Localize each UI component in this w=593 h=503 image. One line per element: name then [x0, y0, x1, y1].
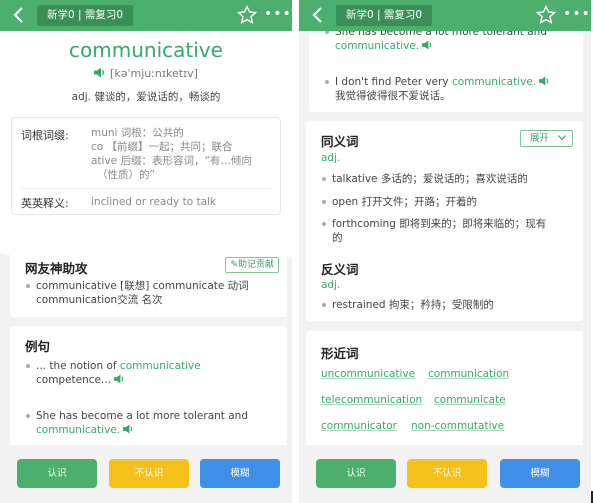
back-arrow-icon[interactable]	[9, 5, 29, 25]
similar-word-link[interactable]: communicate	[434, 394, 506, 406]
root-line: muni 词根：公共的	[91, 127, 184, 139]
example-text: ... the notion of	[36, 360, 120, 372]
synonym-meaning: 的	[332, 232, 343, 244]
screen-divider	[292, 0, 299, 503]
synonym-item: open 打开文件；开路；开着的	[321, 195, 573, 209]
example-item: She has become a lot more tolerant and c…	[25, 409, 277, 437]
synonyms-title: 同义词	[321, 134, 359, 149]
expand-button[interactable]: 展开	[520, 130, 573, 147]
synonym-meaning: 多话的；爱说话的；喜欢说话的	[380, 173, 528, 185]
similar-word-link[interactable]: communicator	[321, 420, 397, 432]
example-item: I don't find Peter very communicative. 我…	[324, 75, 573, 103]
example-text: competence...	[36, 374, 112, 386]
phonetic: [kəˈmjuːnɪketɪv]	[110, 67, 198, 80]
root-line: （性质）的”	[97, 169, 155, 181]
synonym-meaning: 打开文件；开路；开着的	[361, 196, 478, 208]
mnemonic-line: communicative [联想] communicate 动词	[36, 280, 249, 292]
example-keyword: communicative	[119, 360, 201, 372]
unknown-button[interactable]: 不认识	[109, 459, 189, 488]
antonym-word[interactable]: restrained	[332, 299, 386, 311]
examples-title: 例句	[25, 339, 51, 354]
top-bar: 新学0 | 需复习0 •••	[299, 0, 591, 31]
synonym-item: talkative 多话的；爱说话的；喜欢说话的	[321, 172, 573, 186]
synonym-word[interactable]: open	[332, 196, 358, 208]
similar-title: 形近词	[321, 346, 359, 361]
similar-words-card: 形近词 uncommunicative communication teleco…	[306, 331, 583, 446]
contribute-note-button[interactable]: ✎助记贡献	[225, 257, 279, 273]
example-text: I don't find Peter very	[335, 76, 452, 88]
contribute-note-label: 助记贡献	[237, 260, 274, 270]
bottom-bar: 认识 不认识 模糊	[0, 445, 292, 503]
speaker-icon[interactable]	[114, 374, 125, 384]
know-button[interactable]: 认识	[17, 459, 97, 488]
example-text: She has become a lot more tolerant and	[36, 410, 248, 422]
phonetic-row: [kəˈmjuːnɪketɪv]	[0, 67, 292, 80]
synonym-word[interactable]: forthcoming	[332, 218, 396, 230]
antonym-item: restrained 拘束；矜持；受限制的	[321, 298, 573, 312]
example-keyword: communicative.	[335, 40, 420, 52]
synonym-meaning: 即将到来的；即将来临的；现有	[399, 218, 547, 230]
word-header: communicative [kəˈmjuːnɪketɪv] adj. 健谈的，…	[0, 31, 292, 263]
speaker-icon[interactable]	[94, 67, 106, 78]
root-line: ative 后缀：表形容词，“有…倾向	[91, 155, 252, 167]
similar-word-link[interactable]: telecommunication	[321, 394, 422, 406]
definition: adj. 健谈的，爱说话的，畅谈的	[71, 91, 221, 103]
speaker-icon[interactable]	[422, 40, 433, 50]
know-button[interactable]: 认识	[316, 459, 396, 488]
progress-badge: 新学0 | 需复习0	[336, 5, 433, 26]
similar-word-link[interactable]: uncommunicative	[321, 368, 415, 380]
root-line: co 【前缀】一起；共同；联合	[91, 141, 233, 153]
bottom-bar: 认识 不认识 模糊	[299, 445, 591, 503]
divider	[21, 188, 271, 189]
synonyms-card: 同义词 展开 adj. talkative 多话的；爱说话的；喜欢说话的 ope…	[306, 121, 583, 321]
root-label: 词根词缀:	[21, 129, 69, 142]
back-arrow-icon[interactable]	[308, 5, 328, 25]
speaker-icon[interactable]	[123, 424, 134, 434]
mnemonic-line: communication交流 名次	[36, 294, 163, 306]
synonyms-pos: adj.	[321, 152, 341, 164]
example-keyword: communicative.	[36, 424, 121, 436]
top-bar: 新学0 | 需复习0 •••	[0, 0, 292, 31]
example-translation: 我觉得彼得很不爱说话。	[335, 90, 451, 102]
synonym-item: forthcoming 即将到来的；即将来临的；现有的	[321, 217, 573, 245]
example-item: ... the notion of communicative competen…	[25, 359, 277, 387]
mnemonic-title: 网友神助攻	[25, 261, 88, 276]
vague-button[interactable]: 模糊	[200, 459, 280, 488]
unknown-button[interactable]: 不认识	[407, 459, 487, 488]
chevron-down-icon	[558, 135, 566, 141]
similar-word-link[interactable]: non-commutative	[411, 420, 504, 432]
mnemonic-card: 网友神助攻 ✎助记贡献 communicative [联想] communica…	[10, 248, 287, 317]
vague-button[interactable]: 模糊	[500, 459, 580, 488]
root-info-card: 词根词缀: muni 词根：公共的 co 【前缀】一起；共同；联合 ative …	[11, 117, 281, 215]
progress-badge: 新学0 | 需复习0	[37, 5, 134, 26]
more-icon[interactable]: •••	[563, 6, 590, 24]
speaker-icon[interactable]	[539, 76, 550, 86]
examples-card: 例句 ... the notion of communicative compe…	[10, 326, 287, 446]
antonyms-pos: adj.	[321, 279, 341, 291]
en-def-value: inclined or ready to talk	[91, 196, 217, 208]
star-icon[interactable]	[237, 5, 257, 25]
pencil-icon: ✎	[230, 260, 238, 270]
right-screen: She has become a lot more tolerant and c…	[299, 0, 591, 503]
examples-card-continued: She has become a lot more tolerant and c…	[309, 20, 583, 112]
headword: communicative	[69, 38, 223, 62]
en-def-label: 英英释义:	[21, 197, 69, 210]
antonyms-title: 反义词	[321, 262, 359, 277]
root-value: muni 词根：公共的 co 【前缀】一起；共同；联合 ative 后缀：表形容…	[91, 126, 270, 182]
example-keyword: communicative.	[451, 76, 537, 88]
more-icon[interactable]: •••	[264, 6, 291, 24]
antonym-meaning: 拘束；矜持；受限制的	[388, 299, 494, 311]
mnemonic-item: communicative [联想] communicate 动词 commun…	[25, 279, 277, 307]
synonym-word[interactable]: talkative	[332, 173, 378, 185]
expand-label: 展开	[530, 133, 550, 144]
similar-word-link[interactable]: communication	[428, 368, 509, 380]
star-icon[interactable]	[536, 5, 556, 25]
left-screen: 新学0 | 需复习0 ••• communicative [kəˈmjuːnɪk…	[0, 0, 292, 503]
